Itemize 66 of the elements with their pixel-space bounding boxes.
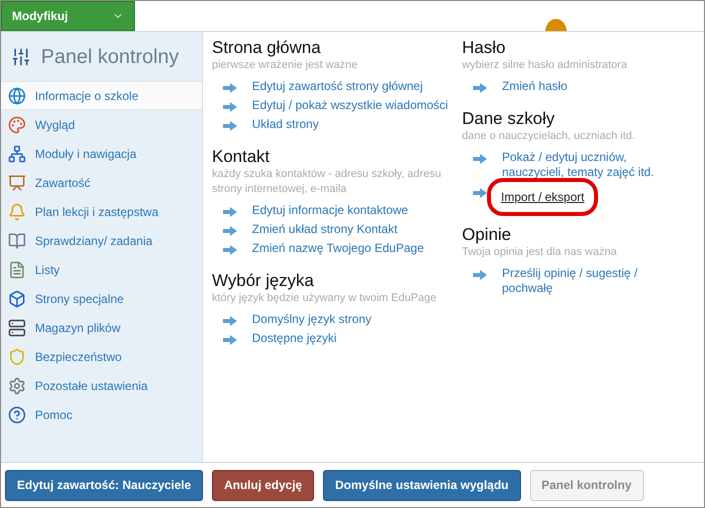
book-icon bbox=[8, 232, 26, 250]
sidebar-item[interactable]: Pomoc bbox=[1, 400, 202, 429]
sliders-icon bbox=[11, 47, 31, 67]
arrow-icon bbox=[473, 270, 487, 280]
footer-button[interactable]: Anuluj edycję bbox=[212, 470, 314, 500]
section-subtitle: Twoja opinia jest dla nas ważna bbox=[462, 245, 618, 260]
palette-icon bbox=[8, 116, 26, 134]
link[interactable]: Edytuj zawartość strony głównej bbox=[252, 79, 423, 94]
sidebar-item[interactable]: Moduły i nawigacja bbox=[1, 139, 202, 168]
link[interactable]: Domyślny język strony bbox=[252, 312, 372, 327]
section-title: Strona główna bbox=[212, 37, 322, 58]
menu-button[interactable]: Modyfikuj bbox=[1, 1, 135, 31]
footer-button[interactable]: Edytuj zawartość: Nauczyciele bbox=[5, 470, 204, 500]
settings-icon bbox=[8, 376, 26, 394]
section-title: Hasło bbox=[462, 37, 506, 58]
section-subtitle: dane o nauczycielach, uczniach itd. bbox=[462, 129, 636, 144]
sidebar-item[interactable]: Sprawdziany/ zadania bbox=[1, 226, 202, 255]
link[interactable]: Import / eksport bbox=[501, 190, 584, 204]
link[interactable]: Zmień układ strony Kontakt bbox=[252, 222, 398, 237]
sidebar-item[interactable]: Magazyn plików bbox=[1, 313, 202, 342]
arrow-icon bbox=[223, 83, 237, 93]
section-subtitle: każdy szuka kontaktów - adresu szkoły, adresu strony internetowej, e-maila bbox=[212, 167, 442, 197]
shield-icon bbox=[8, 348, 26, 366]
sidebar-item[interactable]: Wygląd bbox=[1, 110, 202, 139]
arrow-icon bbox=[223, 245, 237, 255]
sidebar-item[interactable]: Pozostałe ustawienia bbox=[1, 371, 202, 400]
help-icon bbox=[8, 406, 26, 424]
link[interactable]: Układ strony bbox=[252, 117, 319, 132]
server-icon bbox=[8, 318, 26, 336]
sidebar-item[interactable]: Strony specjalne bbox=[1, 284, 202, 313]
link[interactable]: Edytuj / pokaż wszystkie wiadomości bbox=[252, 98, 448, 113]
globe-icon bbox=[8, 86, 26, 104]
arrow-icon bbox=[223, 316, 237, 326]
link[interactable]: Dostępne języki bbox=[252, 331, 337, 346]
sidebar-title: Panel kontrolny bbox=[41, 45, 179, 70]
link[interactable]: Edytuj informacje kontaktowe bbox=[252, 203, 408, 218]
arrow-icon bbox=[223, 121, 237, 131]
link[interactable]: Zmień nazwę Twojego EduPage bbox=[252, 241, 424, 256]
network-icon bbox=[8, 144, 26, 162]
arrow-icon bbox=[223, 102, 237, 112]
arrow-icon bbox=[223, 226, 237, 236]
section-subtitle: pierwsze wrażenie jest ważne bbox=[212, 58, 359, 73]
section-subtitle: wybierz silne hasło administratora bbox=[462, 58, 628, 73]
arrow-icon bbox=[473, 83, 487, 93]
section-title: Opinie bbox=[462, 224, 512, 245]
arrow-icon bbox=[473, 154, 487, 164]
arrow-icon bbox=[223, 335, 237, 345]
footer-button[interactable]: Domyślne ustawienia wyglądu bbox=[323, 470, 520, 500]
section-title: Wybór języka bbox=[212, 270, 315, 291]
link[interactable]: Prześlij opinię / sugestię / pochwałę bbox=[502, 266, 662, 296]
document-icon bbox=[8, 260, 26, 278]
section-subtitle: który język będzie używany w twoim EduPage bbox=[212, 291, 438, 306]
link[interactable]: Pokaż / edytuj uczniów, nauczycieli, tematy zajęć itd. bbox=[502, 150, 662, 180]
section-title: Kontakt bbox=[212, 146, 271, 167]
easel-icon bbox=[8, 174, 26, 192]
link[interactable]: Zmień hasło bbox=[502, 79, 568, 94]
section-title: Dane szkoły bbox=[462, 108, 556, 129]
arrow-icon bbox=[473, 188, 487, 198]
arrow-icon bbox=[223, 207, 237, 217]
sidebar-item[interactable]: Zawartość bbox=[1, 168, 202, 197]
footer-button[interactable]: Panel kontrolny bbox=[530, 470, 644, 500]
sidebar-item[interactable]: Bezpieczeństwo bbox=[1, 342, 202, 371]
sidebar-item[interactable]: Listy bbox=[1, 255, 202, 284]
cube-icon bbox=[8, 290, 26, 308]
sidebar-item[interactable]: Plan lekcji i zastępstwa bbox=[1, 197, 202, 226]
sidebar-item[interactable]: Informacje o szkole bbox=[1, 81, 202, 110]
